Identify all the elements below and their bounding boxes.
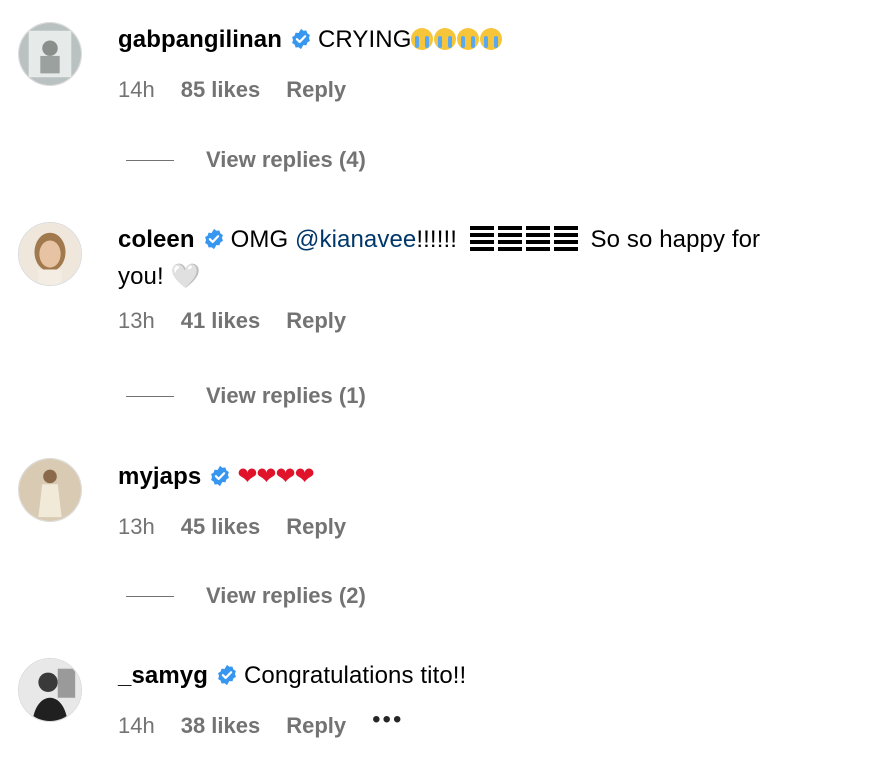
comment-time: 14h [118,77,155,102]
view-replies-label: View replies (1) [206,383,366,408]
view-replies-button[interactable]: View replies (2) [126,582,366,610]
reply-button[interactable]: Reply [286,712,346,740]
comment-time: 13h [118,514,155,539]
divider [126,159,174,161]
comment-username[interactable]: gabpangilinan [118,26,282,53]
comment-likes[interactable]: 85 likes [181,76,261,104]
comment-time: 13h [118,308,155,333]
divider [126,395,174,397]
reply-button[interactable]: Reply [286,76,346,104]
comment-username[interactable]: _samyg [118,662,208,689]
comment-username[interactable]: myjaps [118,463,201,490]
verified-badge-icon [209,465,231,487]
white-heart-icon: 🤍 [170,261,201,291]
more-options-icon[interactable]: ••• [372,706,403,734]
comment-time: 14h [118,713,155,738]
avatar[interactable] [18,458,82,522]
bar-emoji-icon [469,224,578,252]
red-heart-icon: ❤❤❤❤ [237,462,314,490]
avatar[interactable] [18,658,82,722]
mention-link[interactable]: @kianavee [295,226,416,253]
avatar[interactable] [18,222,82,286]
view-replies-button[interactable]: View replies (1) [126,382,366,410]
view-replies-button[interactable]: View replies (4) [126,146,366,174]
crying-emoji-icon [411,26,503,53]
avatar-image [19,223,81,285]
verified-badge-icon [203,228,225,250]
comment-likes[interactable]: 38 likes [181,712,261,740]
comment-text: So so happy for [583,226,761,253]
avatar-image [19,23,81,85]
verified-badge-icon [290,28,312,50]
comment-text: OMG [230,226,296,253]
comment-text: CRYING [317,26,412,53]
avatar-image [19,459,81,521]
comment-text: Congratulations tito!! [244,662,467,689]
view-replies-label: View replies (4) [206,147,366,172]
avatar-image [19,659,81,721]
view-replies-label: View replies (2) [206,583,366,608]
comment-username[interactable]: coleen [118,226,195,253]
divider [126,595,174,597]
avatar[interactable] [18,22,82,86]
verified-badge-icon [216,664,238,686]
reply-button[interactable]: Reply [286,307,346,335]
comment-text: you! [118,263,171,290]
comment-likes[interactable]: 45 likes [181,513,261,541]
reply-button[interactable]: Reply [286,513,346,541]
comment-likes[interactable]: 41 likes [181,307,261,335]
comment-text: !!!!!! [416,226,464,253]
